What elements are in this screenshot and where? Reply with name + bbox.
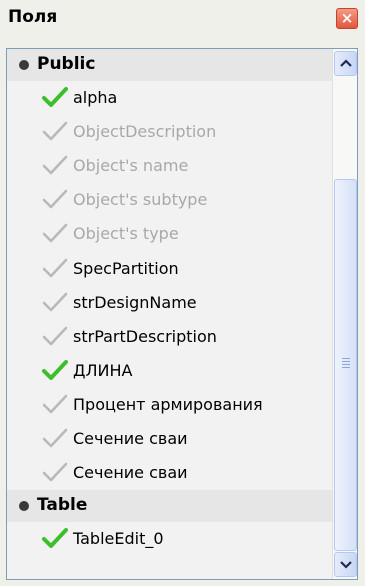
checkmark-icon [42,292,68,311]
field-item[interactable]: alpha [7,81,332,115]
group-label: Table [37,495,88,516]
checkmark-icon [42,189,68,209]
field-item[interactable]: ObjectDescription [7,115,332,149]
field-item[interactable]: SpecPartition [7,252,332,286]
grip-icon [342,358,350,359]
scroll-thumb[interactable] [334,179,357,551]
field-item-label: Object's name [73,156,189,176]
fields-list-frame: Public alpha ObjectDescription Object's nam… [6,48,358,580]
field-item[interactable]: strDesignName [7,286,332,320]
group-header-public[interactable]: Public [7,49,332,81]
checkmark-icon [42,121,68,141]
field-item-label: TableEdit_0 [73,529,164,549]
vertical-scrollbar[interactable] [332,49,357,579]
grip-icon [342,364,350,365]
field-item[interactable]: Object's name [7,149,332,183]
field-item[interactable]: Сечение сваи [7,456,332,490]
field-item[interactable]: Object's subtype [7,183,332,217]
field-item-label: strPartDescription [73,326,217,346]
checkmark-icon [42,462,68,482]
field-item-label: Процент армирования [73,394,263,414]
scroll-up-button[interactable] [334,51,357,76]
checkmark-icon [42,224,68,243]
field-item[interactable]: ДЛИНА [7,354,332,388]
checkmark-icon [42,528,68,549]
field-item-label: alpha [73,88,118,107]
checkmark-icon [42,258,68,277]
fields-list: Public alpha ObjectDescription Object's nam… [7,49,332,579]
bullet-icon [19,60,29,70]
group-header-table[interactable]: Table [7,490,332,523]
close-button[interactable]: × [336,8,358,29]
field-item-label: strDesignName [73,292,197,312]
checkmark-icon [42,87,68,107]
field-item[interactable]: Object's type [7,217,332,251]
field-item-label: Object's type [73,224,179,244]
chevron-up-icon [340,59,352,67]
checkmark-icon [42,428,68,448]
field-item-label: Object's subtype [73,190,208,210]
panel-title: Поля [8,7,58,27]
field-item[interactable]: TableEdit_0 [7,522,332,556]
checkmark-icon [42,326,68,345]
group-label: Public [37,54,96,74]
checkmark-icon [42,394,68,414]
field-item-label: ObjectDescription [73,122,217,142]
field-item[interactable]: strPartDescription [7,320,332,354]
fields-panel: Поля × Public alpha ObjectDescription Objec… [0,0,365,586]
bullet-icon [19,501,29,512]
close-icon: × [340,9,354,27]
checkmark-icon [42,359,68,380]
scroll-down-button[interactable] [334,552,357,577]
field-item-label: Сечение сваи [73,429,188,448]
checkmark-icon [42,155,68,175]
field-item-label: SpecPartition [73,258,179,278]
field-item-label: Сечение сваи [73,463,188,483]
field-item[interactable]: Процент армирования [7,388,332,422]
grip-icon [342,361,350,362]
panel-titlebar: Поля × [0,0,365,36]
field-item[interactable]: Сечение сваи [7,422,332,456]
chevron-down-icon [340,561,352,569]
grip-icon [342,367,350,368]
field-item-label: ДЛИНА [73,360,133,380]
